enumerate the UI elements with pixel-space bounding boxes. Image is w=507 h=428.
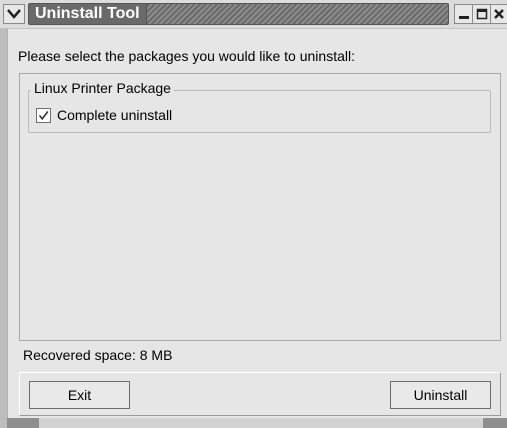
checkmark-icon: [38, 111, 49, 121]
resize-grip-right[interactable]: [483, 418, 507, 428]
uninstall-tool-window: Uninstall Tool Please select the package…: [0, 0, 507, 428]
uninstall-button[interactable]: Uninstall: [390, 381, 491, 409]
package-group-title: Linux Printer Package: [31, 80, 174, 96]
chevron-down-icon: [7, 9, 21, 19]
close-button[interactable]: [490, 4, 507, 24]
title-pill[interactable]: Uninstall Tool: [28, 3, 449, 25]
minimize-icon: [459, 16, 469, 19]
window-left-border: [0, 29, 7, 428]
resize-grip-left[interactable]: [7, 418, 39, 428]
window-menu-button[interactable]: [3, 4, 25, 24]
exit-button[interactable]: Exit: [29, 381, 130, 409]
title-bar[interactable]: Uninstall Tool: [0, 0, 507, 29]
minimize-button[interactable]: [454, 4, 474, 24]
complete-uninstall-checkbox[interactable]: [36, 108, 51, 123]
maximize-icon: [476, 8, 488, 20]
window-bottom-border: [7, 418, 507, 428]
recovered-space-text: Recovered space: 8 MB: [23, 347, 173, 363]
close-icon: [494, 9, 504, 19]
maximize-button[interactable]: [472, 4, 492, 24]
window-title: Uninstall Tool: [35, 5, 140, 22]
instruction-text: Please select the packages you would lik…: [18, 48, 355, 64]
title-text-background: Uninstall Tool: [29, 4, 147, 24]
complete-uninstall-label[interactable]: Complete uninstall: [57, 107, 172, 123]
